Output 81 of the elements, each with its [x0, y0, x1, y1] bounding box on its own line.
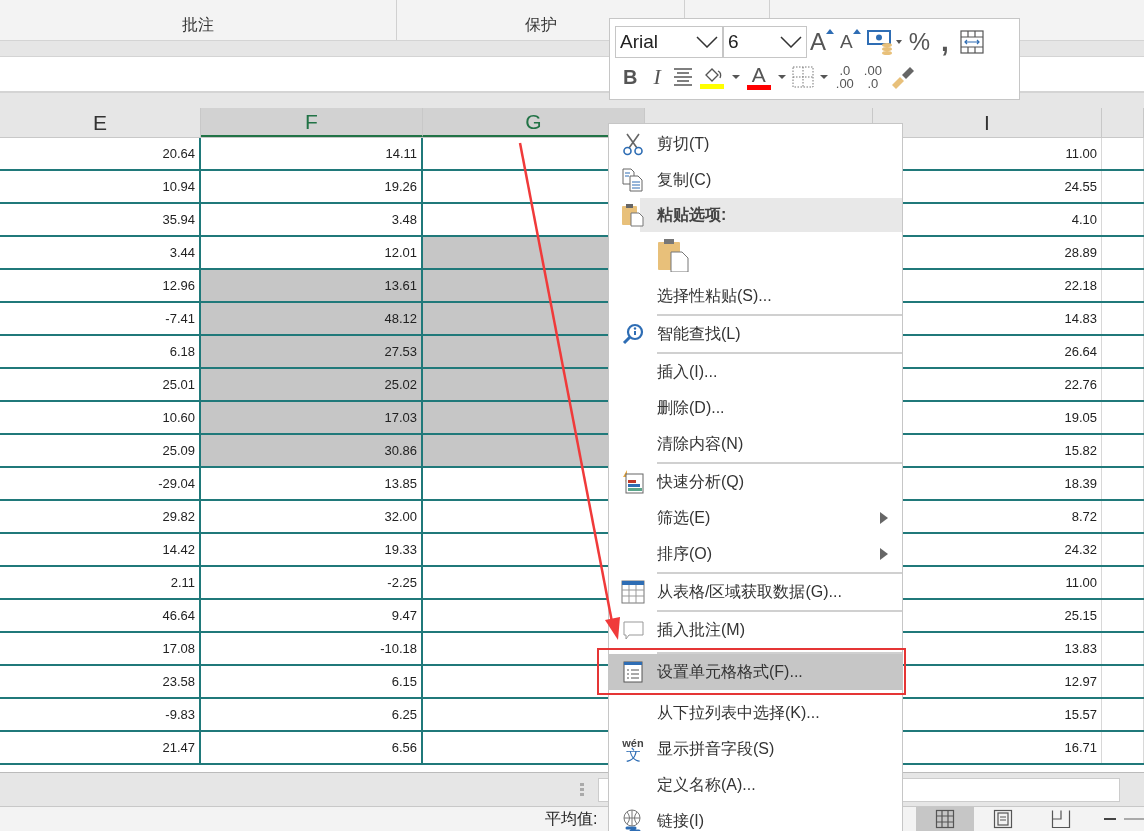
table-cell: 13.85	[201, 468, 423, 499]
font-color-button[interactable]: A	[742, 62, 789, 92]
table-cell: 48.12	[201, 303, 423, 334]
column-header[interactable]: F	[201, 108, 423, 137]
caret-icon	[777, 75, 786, 79]
menu-item[interactable]: 快速分析(Q)	[609, 462, 902, 500]
copy-icon	[622, 168, 644, 192]
quick-analysis-icon	[622, 470, 644, 494]
paste-button[interactable]	[657, 238, 689, 272]
menu-item[interactable]: 从表格/区域获取数据(G)...	[609, 572, 902, 610]
borders-icon	[791, 66, 814, 88]
comment-icon	[621, 619, 645, 641]
table-cell: 35.94	[0, 204, 201, 235]
submenu-arrow-icon	[880, 512, 888, 524]
caret-icon	[731, 75, 740, 79]
table-cell: 29.82	[0, 501, 201, 532]
submenu-arrow-icon	[880, 548, 888, 560]
format-cells-icon	[623, 661, 643, 683]
caret-icon	[819, 75, 828, 79]
table-cell: -10.18	[201, 633, 423, 664]
table-cell: 21.47	[0, 732, 201, 763]
grow-font-button[interactable]: A	[807, 27, 837, 57]
caret-icon	[852, 29, 861, 34]
table-icon	[621, 580, 645, 604]
page-icon	[993, 809, 1013, 829]
font-color-letter: A	[751, 64, 766, 85]
table-cell: 6.25	[201, 699, 423, 730]
scissors-icon	[622, 132, 644, 156]
menu-item[interactable]: 链接(I)	[609, 803, 902, 831]
font-dropdown[interactable]: Arial	[615, 26, 723, 58]
font-size-dropdown[interactable]: 6	[723, 26, 807, 58]
table-cell: 3.48	[201, 204, 423, 235]
percent-button[interactable]: %	[905, 27, 934, 57]
ribbon-group-label: 批注	[182, 15, 214, 35]
menu-item[interactable]: 智能查找(L)	[609, 314, 902, 352]
table-cell: -29.04	[0, 468, 201, 499]
table-cell: 10.94	[0, 171, 201, 202]
table-cell: 14.42	[0, 534, 201, 565]
table-cell: 9.47	[201, 600, 423, 631]
caret-icon	[826, 29, 834, 34]
clipboard-icon	[621, 203, 645, 227]
chevron-down-icon	[696, 36, 718, 48]
table-cell: 13.61	[201, 270, 423, 301]
status-text: 平均值:	[545, 808, 598, 829]
table-cell: 19.33	[201, 534, 423, 565]
table-cell: 23.58	[0, 666, 201, 697]
search-icon	[622, 323, 644, 345]
table-cell: 2.11	[0, 567, 201, 598]
table-cell: 30.86	[201, 435, 423, 466]
table-cell: 14.11	[201, 138, 423, 169]
table-cell: 32.00	[201, 501, 423, 532]
menu-item[interactable]: 定义名称(A)...	[609, 767, 902, 803]
table-cell: 17.08	[0, 633, 201, 664]
table-cell: 46.64	[0, 600, 201, 631]
page-break-icon	[1051, 809, 1071, 829]
ribbon-group-label: 保护	[524, 15, 557, 35]
table-cell: 3.44	[0, 237, 201, 268]
pinyin-icon: wén 文	[622, 737, 644, 761]
splitter-handle[interactable]	[580, 783, 584, 797]
italic-button[interactable]: I	[645, 62, 669, 92]
menu-item[interactable]: 设置单元格格式(F)...	[609, 652, 902, 690]
table-cell: 27.53	[201, 336, 423, 367]
grid-icon	[935, 809, 955, 829]
table-cell: 6.56	[201, 732, 423, 763]
decrease-decimal-button[interactable]: .00 .0	[858, 62, 887, 92]
table-cell: -2.25	[201, 567, 423, 598]
increase-decimal-button[interactable]: .0 .00	[830, 62, 859, 92]
comma-style-button[interactable]: ,	[933, 27, 957, 57]
table-cell: -9.83	[0, 699, 201, 730]
table-cell: 25.02	[201, 369, 423, 400]
bold-button[interactable]: B	[615, 62, 646, 92]
chevron-down-icon	[780, 36, 802, 48]
menu-item[interactable]: 插入(I)...	[609, 352, 902, 390]
table-cell: 6.15	[201, 666, 423, 697]
column-header[interactable]: G	[423, 108, 645, 137]
shrink-font-button[interactable]: A	[837, 27, 864, 57]
table-cell: 17.03	[201, 402, 423, 433]
table-cell: 20.64	[0, 138, 201, 169]
table-cell: 19.26	[201, 171, 423, 202]
paint-bucket-icon	[705, 68, 722, 82]
normal-view-button[interactable]	[916, 807, 974, 831]
